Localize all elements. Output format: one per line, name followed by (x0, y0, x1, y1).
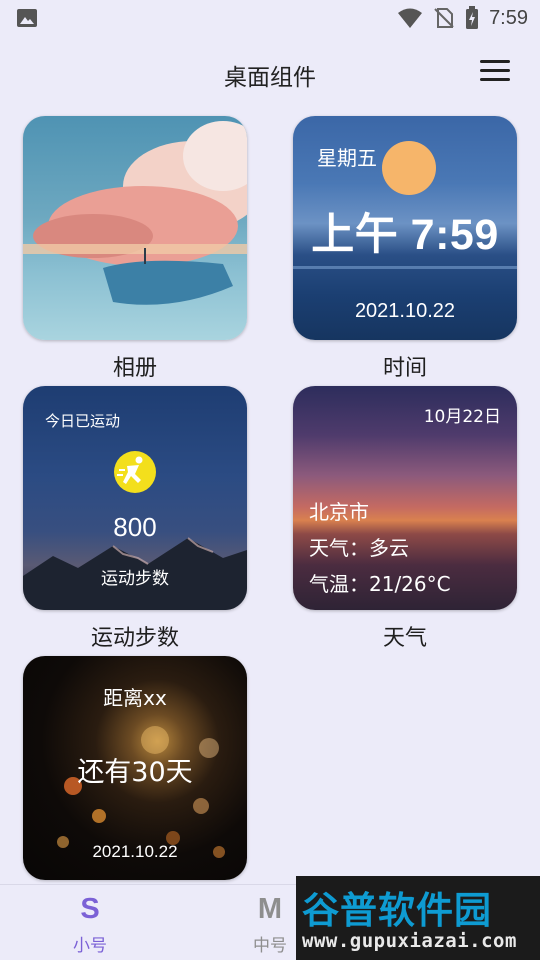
widget-time[interactable]: 星期五 上午 7:59 2021.10.22 (293, 116, 517, 340)
status-time: 7:59 (489, 6, 528, 29)
widget-label-album: 相册 (112, 356, 157, 381)
widget-label-weather: 天气 (382, 626, 427, 651)
title-bar: 桌面组件 (0, 44, 540, 100)
steps-caption: 今日已运动 (45, 412, 121, 430)
battery-charging-icon (466, 6, 479, 29)
widget-album[interactable] (23, 116, 247, 340)
status-bar: 7:59 (0, 0, 540, 36)
steps-count: 800 (113, 512, 157, 542)
widget-label-steps: 运动步数 (90, 626, 179, 651)
running-icon (114, 451, 156, 493)
watermark-url: www.gupuxiazai.com (302, 930, 517, 952)
countdown-date: 2021.10.22 (92, 842, 178, 861)
tab-small[interactable]: S 小号 (0, 885, 180, 960)
page-title: 桌面组件 (224, 65, 316, 91)
widget-steps[interactable]: 今日已运动 800 运动步数 (23, 386, 247, 610)
widget-countdown[interactable]: 距离xx 还有30天 2021.10.22 (23, 656, 247, 880)
time-date: 2021.10.22 (354, 300, 456, 322)
watermark-logo: 谷普软件园 www.gupuxiazai.com (296, 876, 540, 960)
time-weekday: 星期五 (317, 146, 377, 170)
watermark-title: 谷普软件园 (302, 889, 492, 932)
hamburger-menu-icon[interactable] (480, 58, 512, 84)
weather-condition: 天气：多云 (309, 536, 409, 560)
countdown-title: 距离xx (103, 686, 167, 710)
small-size-icon: S (80, 893, 100, 925)
widget-label-time: 时间 (382, 356, 427, 381)
time-clock: 上午 7:59 (311, 211, 499, 259)
weather-date: 10月22日 (423, 407, 501, 427)
steps-unit: 运动步数 (101, 569, 169, 589)
weather-temperature: 气温：21/26°C (309, 572, 451, 596)
widget-weather[interactable]: 10月22日 北京市 天气：多云 气温：21/26°C (293, 386, 517, 610)
album-landscape-image (23, 121, 247, 305)
wifi-icon (398, 8, 423, 28)
no-sim-icon (434, 8, 454, 28)
countdown-main: 还有30天 (77, 757, 193, 788)
image-notification-icon (17, 9, 37, 27)
weather-city: 北京市 (309, 500, 369, 524)
tab-small-label: 小号 (73, 936, 107, 956)
